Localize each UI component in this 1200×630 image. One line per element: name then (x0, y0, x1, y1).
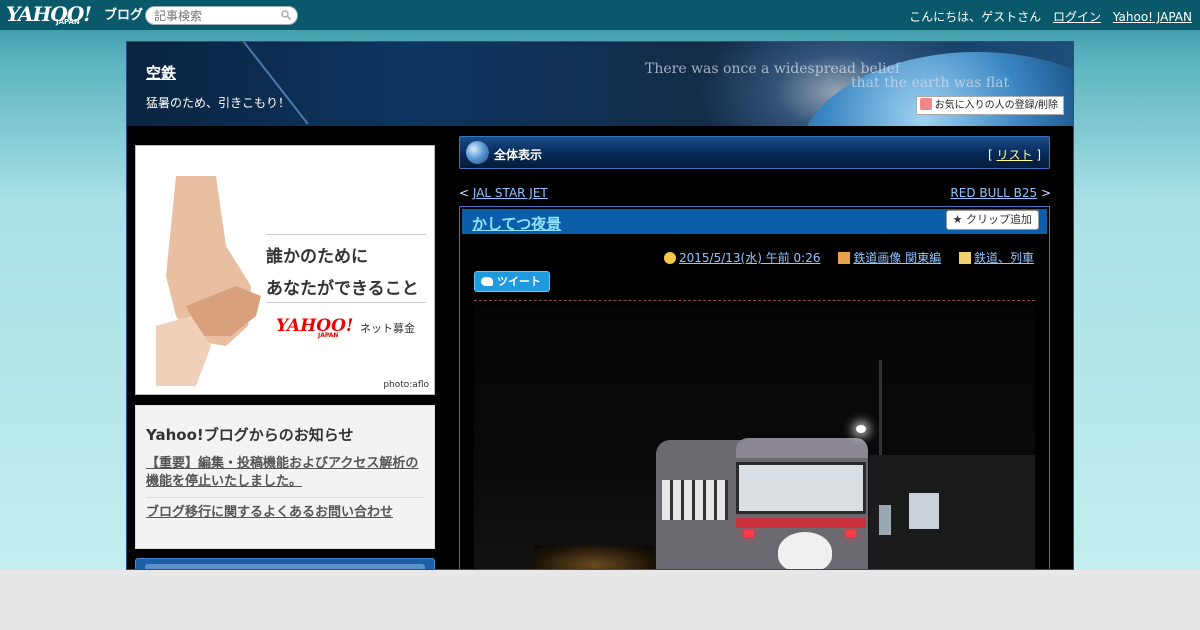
next-article: RED BULL B25 > (950, 186, 1051, 200)
list-bracket-close: ] (1036, 148, 1041, 162)
article-date-link[interactable]: 2015/5/13(水) 午前 0:26 (679, 251, 820, 265)
yahoo-blog-logo[interactable]: YAHOO! JAPAN ブログ (6, 2, 143, 26)
banner-text-line2: that the earth was flat (851, 75, 1010, 91)
favorite-heart-icon (919, 98, 932, 110)
photo-lit-grass (534, 545, 654, 569)
announcement-link-faq[interactable]: ブログ移行に関するよくあるお問い合わせ (146, 504, 424, 522)
yahoo-japan-link[interactable]: Yahoo! JAPAN (1113, 10, 1192, 24)
railcar-front-window (736, 462, 866, 514)
blog-header: There was once a widespread belief that … (127, 42, 1073, 126)
article-night-train-photo[interactable] (474, 305, 1035, 569)
railcar-tail-lamp-right (846, 530, 856, 537)
ad-photo-credit: photo:aflo (383, 380, 429, 390)
announcement-divider (146, 497, 424, 498)
announcement-link-important[interactable]: 【重要】編集・投稿機能およびアクセス解析の機能を停止いたしました。 (146, 455, 424, 491)
clock-icon (664, 252, 677, 264)
list-view-link[interactable]: リスト (996, 148, 1032, 162)
list-bracket-open: [ (987, 148, 993, 162)
ad-rule-bottom (266, 302, 426, 303)
banner-text-line1: There was once a widespread belief (645, 61, 901, 77)
twitter-bird-icon (481, 277, 493, 286)
railcar-tail-lamp-left (744, 530, 754, 537)
photo-railcar (656, 438, 868, 569)
favorite-register-button[interactable]: お気に入りの人の登録/削除 (915, 96, 1064, 115)
railcar-red-band (736, 518, 866, 528)
prev-marker: < (459, 186, 470, 200)
ad-service-name: ネット募金 (360, 322, 415, 335)
search-input[interactable] (146, 7, 274, 24)
blog-description: 猛暑のため、引きこもり！ (146, 96, 291, 110)
article-title-bar: かしてつ夜景 ★ クリップ追加 (462, 209, 1047, 234)
blog-title[interactable]: 空鉄 (146, 62, 176, 83)
photo-station-shed (869, 455, 1035, 569)
article-title[interactable]: かしてつ夜景 (472, 213, 561, 234)
login-link[interactable]: ログイン (1053, 10, 1101, 24)
railcar-side-windows (662, 480, 728, 520)
photo-station-sign (909, 493, 939, 529)
helping-hands-image (156, 176, 261, 386)
page-footer-band (0, 570, 1200, 630)
folder-icon (958, 252, 971, 264)
railcar-roof (736, 438, 868, 458)
photo-pole (879, 360, 882, 460)
globe-icon (466, 141, 489, 164)
list-view-toggle: [ リスト ] (988, 146, 1041, 163)
next-article-link[interactable]: RED BULL B25 (950, 186, 1037, 200)
article-divider (474, 300, 1035, 301)
ad-headline-1: 誰かのために (266, 247, 368, 267)
prev-article: < JAL STAR JET (459, 186, 548, 200)
article-category-link[interactable]: 鉄道画像 関東編 (853, 251, 941, 265)
star-icon: ★ (952, 213, 963, 226)
prev-article-link[interactable]: JAL STAR JET (473, 186, 548, 200)
header-banner-text: There was once a widespread belief that … (645, 62, 1065, 90)
photo-station-sign-small (879, 505, 891, 535)
photo-street-light (856, 425, 866, 433)
ad-yahoo-japan-text: JAPAN (318, 332, 339, 339)
announcement-box: Yahoo!ブログからのお知らせ 【重要】編集・投稿機能およびアクセス解析の機能… (135, 405, 435, 549)
clip-add-label: クリップ追加 (966, 213, 1032, 226)
article-tag-link[interactable]: 鉄道、列車 (974, 251, 1034, 265)
view-mode-bar: 全体表示 [ リスト ] (459, 136, 1050, 169)
clip-add-button[interactable]: ★ クリップ追加 (945, 210, 1039, 230)
ad-headline-2: あなたができること (266, 279, 419, 299)
global-header: YAHOO! JAPAN ブログ こんにちは、ゲストさん ログイン Yahoo!… (0, 0, 1200, 30)
logo-blog-text: ブログ (104, 8, 144, 23)
tweet-label: ツイート (497, 275, 541, 288)
greeting-text: こんにちは、ゲストさん (909, 10, 1042, 24)
logo-japan-text: JAPAN (56, 18, 80, 26)
search-icon[interactable] (281, 10, 291, 20)
next-marker: > (1040, 186, 1051, 200)
user-links: こんにちは、ゲストさん ログイン Yahoo! JAPAN (901, 8, 1192, 25)
blog-frame: There was once a widespread belief that … (126, 41, 1074, 570)
ad-rule-top (266, 234, 426, 235)
view-all-label: 全体表示 (494, 148, 543, 162)
ad-yahoo-logo: YAHOO! (276, 316, 354, 336)
tweet-button[interactable]: ツイート (474, 271, 550, 292)
article-navigation: < JAL STAR JET RED BULL B25 > (459, 186, 1051, 202)
book-icon (838, 252, 851, 264)
article-meta: 2015/5/13(水) 午前 0:26 鉄道画像 関東編 鉄道、列車 (474, 249, 1034, 266)
search-box (145, 6, 298, 25)
announcement-heading: Yahoo!ブログからのお知らせ (146, 426, 354, 444)
sidebar-module-header (145, 564, 425, 569)
favorite-button-label: お気に入りの人の登録/削除 (934, 100, 1058, 111)
donation-ad-banner[interactable]: 誰かのために あなたができること YAHOO! JAPAN ネット募金 phot… (135, 145, 435, 395)
sidebar-module (135, 558, 435, 569)
railcar-mascot-face (778, 532, 832, 569)
header-beam-decoration (227, 42, 309, 125)
article-entry: かしてつ夜景 ★ クリップ追加 2015/5/13(水) 午前 0:26 鉄道画… (459, 206, 1050, 569)
